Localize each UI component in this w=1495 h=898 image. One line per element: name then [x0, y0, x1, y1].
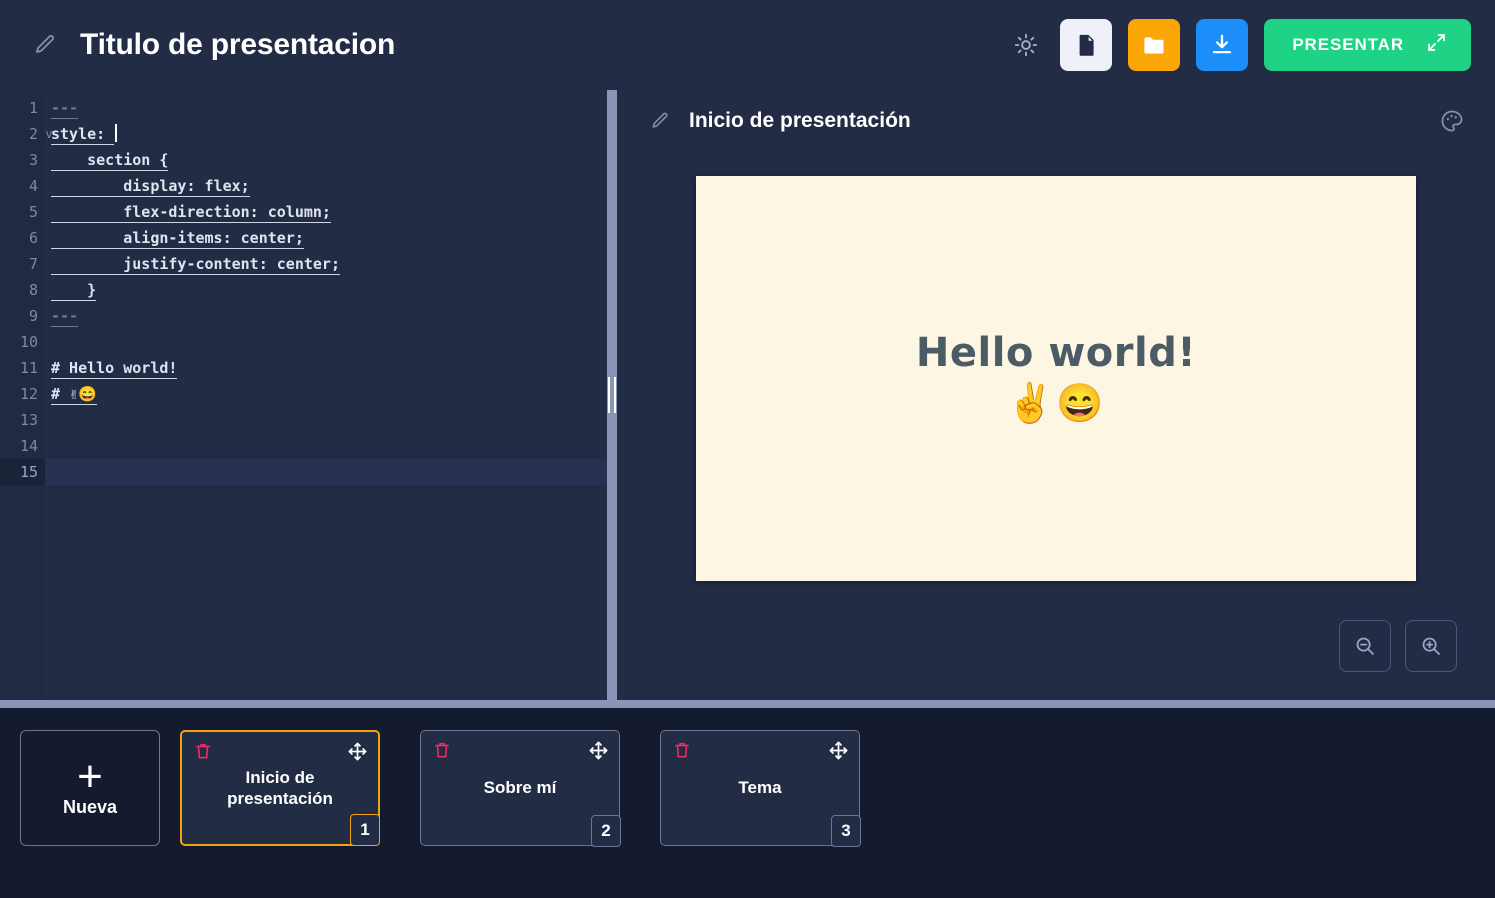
editor-line-number: 13 [19, 411, 38, 429]
editor-line-number: 9 [28, 307, 38, 325]
theme-toggle-button[interactable] [1008, 27, 1044, 63]
top-toolbar: Titulo de presentacion PRESENTAR [0, 0, 1495, 90]
slide-preview-pane: Inicio de presentación Hello world! ✌️😄 [617, 90, 1495, 700]
editor-line-number: 15 [0, 459, 45, 485]
slide-thumbnail[interactable]: Tema 3 [660, 730, 861, 847]
preview-header: Inicio de presentación [617, 90, 1495, 152]
editor-code-line[interactable]: display: flex; [45, 173, 607, 199]
slide-heading: Hello world! [915, 329, 1197, 376]
edit-title-pencil-icon[interactable] [32, 32, 58, 58]
editor-code-line[interactable]: # Hello world! [45, 355, 607, 381]
editor-line-number: 4 [28, 177, 38, 195]
markdown-editor-pane[interactable]: 1 2 v 3 4 5 6 7 8 9 10 11 12 13 14 15 --- style: section… [0, 90, 607, 700]
editor-line-number: 7 [28, 255, 38, 273]
zoom-out-button[interactable] [1339, 620, 1391, 672]
splitter-grip-icon [608, 377, 616, 413]
editor-code-line[interactable]: --- [45, 303, 607, 329]
slide-thumbnail-label: Sobre mí [483, 778, 557, 798]
horizontal-splitter[interactable] [0, 700, 1495, 708]
slide-thumbnail[interactable]: Inicio de presentación 1 [180, 730, 380, 846]
editor-line-number: 10 [19, 333, 38, 351]
new-slide-label: Nueva [62, 796, 118, 817]
editor-line-number: 12 [19, 385, 38, 403]
editor-code-text: # ✌😄 [51, 385, 97, 405]
editor-code-line[interactable]: --- [45, 95, 607, 121]
delete-slide-icon[interactable] [671, 739, 693, 761]
move-slide-icon[interactable] [827, 739, 849, 761]
editor-code-area[interactable]: --- style: section { display: flex; flex-… [45, 90, 607, 700]
present-button[interactable]: PRESENTAR [1264, 19, 1471, 71]
editor-code-line[interactable]: flex-direction: column; [45, 199, 607, 225]
editor-line-number: 6 [28, 229, 38, 247]
toolbar-actions: PRESENTAR [1008, 19, 1471, 71]
editor-line-number: 5 [28, 203, 38, 221]
editor-line-number: 2v [0, 121, 53, 147]
open-folder-button[interactable] [1128, 19, 1181, 71]
new-slide-button[interactable]: + Nueva [20, 730, 160, 846]
editor-line-number: 11 [19, 359, 38, 377]
delete-slide-icon[interactable] [192, 740, 214, 762]
editor-code-line[interactable]: } [45, 277, 607, 303]
editor-code-line[interactable] [45, 329, 607, 355]
slide-canvas-container: Hello world! ✌️😄 [617, 152, 1495, 700]
slide-number-badge: 2 [591, 815, 621, 847]
editor-code-line[interactable]: align-items: center; [45, 225, 607, 251]
editor-code-text: display: flex; [51, 177, 250, 197]
editor-code-line[interactable]: # ✌😄 [45, 381, 607, 407]
editor-code-text: style: [51, 125, 115, 145]
editor-code-line[interactable] [45, 407, 607, 433]
edit-slide-title-pencil-icon[interactable] [649, 110, 671, 132]
presentation-editor-app: Titulo de presentacion PRESENTAR 1 2 v 3… [0, 0, 1495, 898]
editor-code-line[interactable] [45, 433, 607, 459]
editor-line-number: 8 [28, 281, 38, 299]
editor-code-text: --- [51, 307, 79, 327]
editor-code-line[interactable]: justify-content: center; [45, 251, 607, 277]
editor-line-number: 14 [19, 437, 38, 455]
editor-code-line[interactable]: style: [45, 121, 607, 147]
move-slide-icon[interactable] [346, 740, 368, 762]
slide-thumbnail-strip: + Nueva Inicio de presentación 1 Sobre mí 2… [0, 708, 1495, 898]
editor-code-text: flex-direction: column; [51, 203, 331, 223]
editor-code-text: } [51, 281, 97, 301]
editor-preview-area: 1 2 v 3 4 5 6 7 8 9 10 11 12 13 14 15 --- style: section… [0, 90, 1495, 700]
vertical-splitter[interactable] [607, 90, 617, 700]
slide-title: Inicio de presentación [689, 109, 911, 132]
editor-line-number: 3 [28, 151, 38, 169]
expand-icon [1426, 32, 1447, 58]
slide-thumbnail-label: Tema [738, 778, 782, 798]
plus-icon: + [77, 751, 103, 801]
slide-number-badge: 1 [350, 814, 380, 846]
thumbnail-list: Inicio de presentación 1 Sobre mí 2 Tema 3 [180, 730, 861, 847]
new-file-button[interactable] [1060, 19, 1113, 71]
editor-line-numbers: 1 2 v 3 4 5 6 7 8 9 10 11 12 13 14 15 [0, 90, 53, 700]
slide-thumbnail[interactable]: Sobre mí 2 [420, 730, 621, 847]
slide-number-badge: 3 [831, 815, 861, 847]
download-button[interactable] [1196, 19, 1249, 71]
editor-code-text: # Hello world! [51, 359, 178, 379]
slide-thumbnail-label: Inicio de presentación [227, 767, 333, 808]
editor-line-number: 1 [28, 99, 38, 117]
editor-code-text: justify-content: center; [51, 255, 340, 275]
editor-code-text: align-items: center; [51, 229, 304, 249]
move-slide-icon[interactable] [587, 739, 609, 761]
editor-code-text: section { [51, 151, 169, 171]
theme-palette-button[interactable] [1437, 106, 1467, 136]
zoom-in-button[interactable] [1405, 620, 1457, 672]
zoom-controls [1339, 620, 1457, 672]
present-button-label: PRESENTAR [1292, 35, 1404, 54]
editor-code-text: --- [51, 99, 79, 119]
page-title: Titulo de presentacion [80, 28, 396, 61]
delete-slide-icon[interactable] [431, 739, 453, 761]
slide-emoji: ✌️😄 [1006, 382, 1106, 425]
slide-canvas[interactable]: Hello world! ✌️😄 [696, 176, 1416, 581]
editor-code-line[interactable] [45, 459, 607, 485]
text-cursor [115, 124, 118, 142]
editor-code-line[interactable]: section { [45, 147, 607, 173]
